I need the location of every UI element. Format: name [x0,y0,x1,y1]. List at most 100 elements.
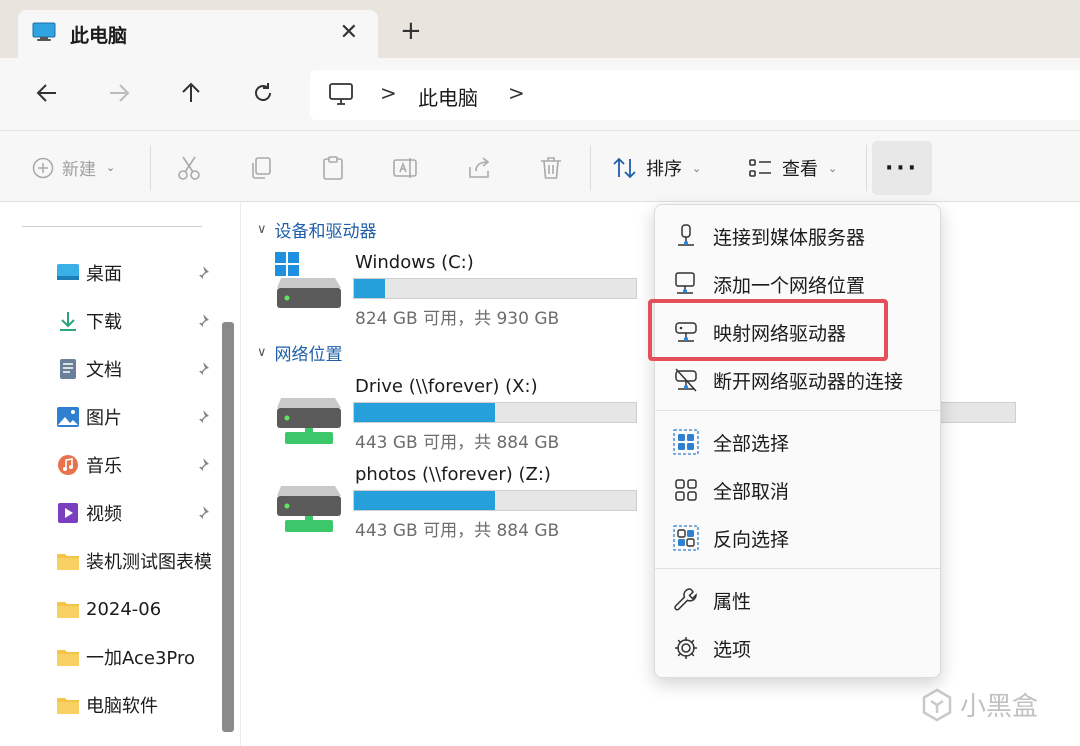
wrench-icon [674,588,697,611]
delete-icon[interactable] [538,155,564,181]
drive-usage-bar [353,402,637,423]
breadcrumb-separator[interactable]: > [380,81,397,105]
cut-icon[interactable] [176,155,202,181]
breadcrumb-this-pc[interactable]: 此电脑 [418,82,478,111]
monitor-icon [32,22,56,41]
chevron-down-icon: ∨ [257,222,267,237]
menu-item-options[interactable]: 选项 [655,625,940,671]
group-network-locations[interactable]: ∨ 网络位置 [257,340,343,365]
navigation-bar: > 此电脑 > [0,58,1080,130]
more-options-menu: 连接到媒体服务器 添加一个网络位置 映射网络驱动器 断开网络驱动器的连接 全部选… [654,204,941,678]
network-location-icon [675,272,695,294]
download-icon [60,312,76,331]
sidebar-item-documents[interactable]: 文档 [56,354,216,384]
gear-icon [675,637,697,659]
group-devices-and-drives[interactable]: ∨ 设备和驱动器 [257,217,377,242]
new-label: 新建 [62,160,96,180]
menu-item-connect-media-server[interactable]: 连接到媒体服务器 [655,213,940,259]
pin-icon[interactable] [194,457,210,473]
more-options-button[interactable]: ··· [872,141,932,195]
sidebar-item-downloads[interactable]: 下载 [56,306,216,336]
toolbar-divider [590,145,591,191]
drive-usage-fill [354,279,386,298]
network-drive-icon [277,486,341,532]
toolbar-divider [150,145,151,191]
video-icon [58,503,78,523]
pin-icon[interactable] [194,361,210,377]
drive-usage-bar [353,490,637,511]
menu-item-disconnect-network-drive[interactable]: 断开网络驱动器的连接 [655,357,940,403]
music-icon [58,455,78,475]
pin-icon[interactable] [194,265,210,281]
sidebar-item-pictures[interactable]: 图片 [56,402,216,432]
select-all-icon [673,429,699,455]
select-none-icon [675,479,697,501]
desktop-icon [57,264,79,280]
sidebar-item-folder[interactable]: 2024-06 [56,594,216,624]
share-icon[interactable] [466,155,492,181]
close-icon[interactable]: ✕ [340,20,358,45]
drive-space-info: 443 GB 可用，共 884 GB [355,521,560,541]
back-arrow-icon[interactable] [32,78,62,108]
copy-icon[interactable] [248,155,274,181]
drive-usage-bar [353,278,637,299]
command-bar: 新建 ⌄ 排序 ⌄ 查看 ⌄ ··· [0,130,1080,202]
invert-selection-icon [673,525,699,551]
drive-name: photos (\\forever) (Z:) [355,464,551,485]
highlight-box [648,299,888,361]
pin-icon[interactable] [194,409,210,425]
menu-item-properties[interactable]: 属性 [655,577,940,623]
sidebar-item-folder[interactable]: 装机测试图表模 [56,546,216,576]
title-bar: 此电脑 ✕ + [0,0,1080,58]
background-drive-bar [928,402,1016,423]
view-button[interactable]: 查看 ⌄ [748,155,837,181]
plus-icon[interactable]: + [400,18,422,44]
drive-item[interactable]: photos (\\forever) (Z:) 443 GB 可用，共 884 … [275,464,655,544]
menu-separator [655,410,940,411]
windows-drive-icon [275,252,341,308]
forward-arrow-icon[interactable] [104,78,134,108]
scrollbar-thumb[interactable] [222,322,234,732]
tab-this-pc[interactable]: 此电脑 ✕ [18,10,378,58]
watermark-text: 小黑盒 [960,692,1039,722]
tab-title: 此电脑 [70,25,128,47]
chevron-down-icon: ⌄ [692,161,702,175]
watermark: 小黑盒 [920,686,1038,723]
drive-item[interactable]: Drive (\\forever) (X:) 443 GB 可用，共 884 G… [275,376,655,456]
sort-label: 排序 [646,159,682,180]
drive-usage-fill [354,491,495,510]
up-arrow-icon[interactable] [176,78,206,108]
pin-icon[interactable] [194,313,210,329]
sort-button[interactable]: 排序 ⌄ [612,155,701,181]
address-bar[interactable]: > 此电脑 > [310,70,1080,120]
chevron-down-icon: ⌄ [106,161,116,174]
sidebar-item-desktop[interactable]: 桌面 [56,258,216,288]
navigation-pane: 桌面 下载 文档 图片 音乐 视频 装机测试图表模 2024-06 一加Ace3… [0,202,240,746]
rename-icon[interactable] [392,155,418,181]
drive-usage-fill [354,403,495,422]
chevron-down-icon: ⌄ [828,161,838,175]
refresh-icon[interactable] [248,78,278,108]
sidebar-item-folder[interactable]: 电脑软件 [56,690,216,720]
menu-item-select-none[interactable]: 全部取消 [655,467,940,513]
drive-space-info: 824 GB 可用，共 930 GB [355,309,560,329]
view-label: 查看 [782,159,818,180]
plus-circle-icon [32,157,54,178]
sidebar-item-folder[interactable]: 一加Ace3Pro [56,642,216,672]
sidebar-item-videos[interactable]: 视频 [56,498,216,528]
menu-item-invert-selection[interactable]: 反向选择 [655,515,940,561]
breadcrumb-separator[interactable]: > [508,81,525,105]
menu-separator [655,568,940,569]
folder-icon [57,650,79,666]
menu-item-select-all[interactable]: 全部选择 [655,419,940,465]
new-button[interactable]: 新建 ⌄ [32,155,115,180]
network-drive-icon [277,398,341,444]
paste-icon[interactable] [320,155,346,181]
folder-icon [57,698,79,714]
drive-item[interactable]: Windows (C:) 824 GB 可用，共 930 GB [275,252,655,332]
pictures-icon [57,407,79,427]
drive-space-info: 443 GB 可用，共 884 GB [355,433,560,453]
pin-icon[interactable] [194,505,210,521]
sidebar-item-music[interactable]: 音乐 [56,450,216,480]
drive-name: Drive (\\forever) (X:) [355,376,538,397]
